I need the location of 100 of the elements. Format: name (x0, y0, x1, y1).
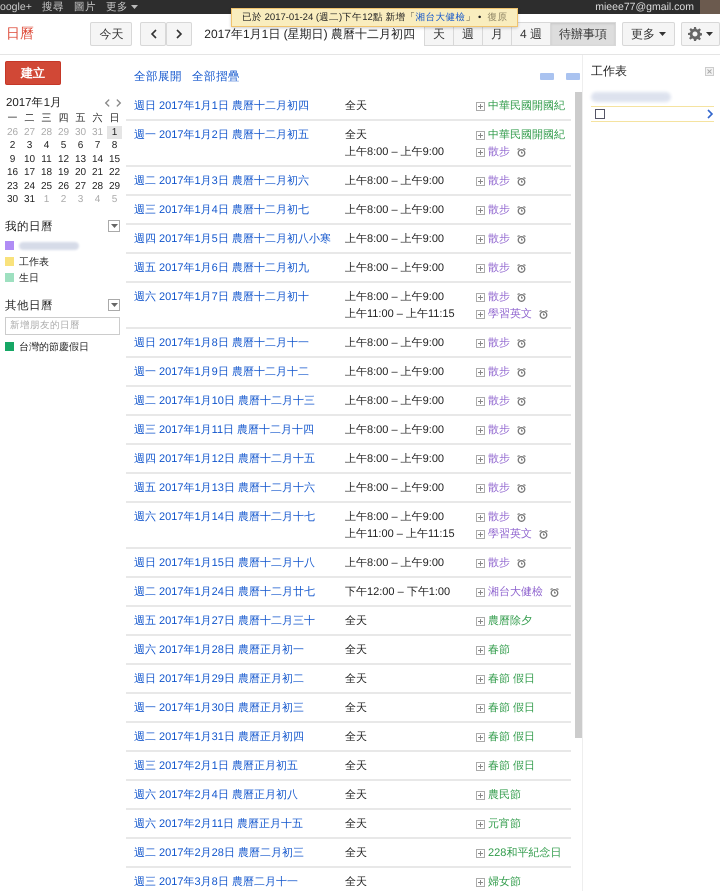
expand-icon[interactable] (476, 234, 485, 244)
mini-calendar-day[interactable]: 28 (90, 180, 105, 193)
event-title-link[interactable]: 春節 假日 (488, 760, 536, 772)
expand-icon[interactable] (476, 588, 485, 596)
expand-icon[interactable] (476, 512, 485, 522)
agenda-date-link[interactable]: 週二 2017年1月10日 農曆十二月十三 (134, 395, 345, 407)
event-title-link[interactable]: 散步 (488, 395, 510, 407)
agenda-date-link[interactable]: 週一 2017年1月2日 農曆十二月初五 (134, 129, 345, 158)
agenda-date-link[interactable]: 週三 2017年1月4日 農曆十二月初七 (134, 204, 345, 216)
expand-icon[interactable] (476, 558, 485, 568)
mini-calendar-day[interactable]: 6 (73, 139, 88, 152)
expand-icon[interactable] (476, 732, 485, 742)
mini-calendar-day[interactable]: 3 (22, 139, 37, 152)
agenda-date-link[interactable]: 週六 2017年1月14日 農曆十二月十七 (134, 511, 345, 540)
mini-calendar-day[interactable]: 19 (56, 166, 71, 180)
agenda-date-link[interactable]: 週一 2017年1月9日 農曆十二月十二 (134, 366, 345, 378)
mini-calendar-day[interactable]: 17 (22, 166, 37, 180)
previous-button[interactable] (140, 22, 166, 46)
undo-link[interactable]: 復原 (487, 11, 508, 24)
create-button[interactable]: 建立 (5, 61, 61, 85)
agenda-date-link[interactable]: 週一 2017年1月30日 農曆正月初三 (134, 702, 345, 714)
event-title-link[interactable]: 散步 (488, 557, 510, 569)
expand-icon[interactable] (476, 790, 485, 800)
event-title-link[interactable]: 散步 (488, 175, 510, 187)
agenda-date-link[interactable]: 週四 2017年1月5日 農曆十二月初八小寒 (134, 233, 345, 245)
expand-icon[interactable] (476, 704, 485, 712)
expand-icon[interactable] (476, 264, 485, 272)
event-title-link[interactable]: 學習英文 (488, 308, 532, 320)
expand-icon[interactable] (476, 646, 485, 654)
agenda-date-link[interactable]: 週二 2017年1月3日 農曆十二月初六 (134, 175, 345, 187)
top-bar-link[interactable]: 搜尋 (42, 0, 64, 14)
expand-icon[interactable] (476, 454, 485, 464)
mini-calendar-day[interactable]: 15 (107, 152, 122, 166)
expand-icon[interactable] (476, 616, 485, 626)
event-title-link[interactable]: 中華民國開國紀 (488, 100, 565, 112)
expand-icon[interactable] (476, 878, 485, 886)
event-title-link[interactable]: 散步 (488, 482, 510, 494)
event-title-link[interactable]: 春節 假日 (488, 731, 536, 743)
event-title-link[interactable]: 228和平紀念日 (488, 847, 562, 859)
event-title-link[interactable]: 中華民國開國紀 (488, 129, 565, 141)
mini-calendar-day[interactable]: 12 (56, 152, 71, 166)
scrollbar[interactable] (575, 92, 582, 738)
agenda-date-link[interactable]: 週六 2017年2月11日 農曆正月十五 (134, 818, 345, 830)
mini-calendar-day[interactable]: 26 (56, 180, 71, 193)
mini-calendar-day[interactable]: 14 (90, 152, 105, 166)
event-title-link[interactable]: 散步 (488, 453, 510, 465)
event-title-link[interactable]: 春節 假日 (488, 673, 536, 685)
event-title-link[interactable]: 學習英文 (488, 528, 532, 540)
expand-icon[interactable] (476, 396, 485, 406)
mini-calendar-day[interactable]: 9 (5, 152, 20, 166)
collapse-all-link[interactable]: 全部摺疊 (192, 69, 240, 84)
expand-icon[interactable] (476, 530, 485, 538)
agenda-date-link[interactable]: 週日 2017年1月29日 農曆正月初二 (134, 673, 345, 685)
calendar-name[interactable]: 工作表 (19, 254, 49, 268)
calendar-color-swatch[interactable] (5, 273, 14, 282)
event-link[interactable]: 湘台大健檢 (415, 11, 466, 24)
agenda-date-link[interactable]: 週六 2017年2月4日 農曆正月初八 (134, 789, 345, 801)
mini-calendar-day[interactable]: 10 (22, 152, 37, 166)
mini-calendar-day[interactable]: 31 (22, 193, 37, 206)
calendar-name[interactable]: 台灣的節慶假日 (19, 340, 89, 354)
agenda-date-link[interactable]: 週六 2017年1月28日 農曆正月初一 (134, 644, 345, 656)
settings-button[interactable] (681, 22, 720, 46)
event-title-link[interactable]: 農曆除夕 (488, 615, 532, 627)
event-title-link[interactable]: 春節 (488, 644, 510, 656)
agenda-date-link[interactable]: 週三 2017年1月11日 農曆十二月十四 (134, 424, 345, 436)
next-button[interactable] (166, 22, 192, 46)
mini-calendar-day[interactable]: 29 (107, 180, 122, 193)
mini-calendar-day[interactable]: 27 (73, 180, 88, 193)
agenda-date-link[interactable]: 週二 2017年1月24日 農曆十二月廿七 (134, 586, 345, 598)
calendar-color-swatch[interactable] (5, 342, 14, 351)
view-tab[interactable]: 待辦事項 (550, 22, 616, 46)
agenda-date-link[interactable]: 週日 2017年1月15日 農曆十二月十八 (134, 557, 345, 569)
mini-calendar-day[interactable]: 25 (39, 180, 54, 193)
calendar-color-swatch[interactable] (5, 241, 14, 250)
agenda-date-link[interactable]: 週二 2017年1月31日 農曆正月初四 (134, 731, 345, 743)
event-title-link[interactable]: 散步 (488, 291, 510, 303)
mini-calendar-day[interactable]: 30 (5, 193, 20, 206)
event-title-link[interactable]: 婦女節 (488, 876, 521, 888)
more-button[interactable]: 更多 (622, 22, 675, 46)
dropdown-button[interactable] (108, 299, 120, 311)
expand-all-link[interactable]: 全部展開 (134, 69, 182, 84)
account-email[interactable]: mieee77@gmail.com (595, 1, 694, 13)
expand-icon[interactable] (476, 820, 485, 828)
expand-icon[interactable] (476, 848, 485, 858)
event-title-link[interactable]: 散步 (488, 337, 510, 349)
event-title-link[interactable]: 元宵節 (488, 818, 521, 830)
agenda-date-link[interactable]: 週三 2017年3月8日 農曆二月十一 (134, 876, 345, 888)
expand-icon[interactable] (476, 206, 485, 214)
expand-icon[interactable] (476, 368, 485, 376)
agenda-date-link[interactable]: 週六 2017年1月7日 農曆十二月初十 (134, 291, 345, 320)
top-bar-link[interactable]: oogle+ (0, 1, 32, 13)
mini-calendar-day[interactable]: 11 (39, 152, 54, 166)
expand-icon[interactable] (476, 292, 485, 302)
agenda-date-link[interactable]: 週四 2017年1月12日 農曆十二月十五 (134, 453, 345, 465)
view-tab[interactable]: 4 週 (510, 22, 551, 46)
event-title-link[interactable]: 散步 (488, 262, 510, 274)
event-title-link[interactable]: 散步 (488, 233, 510, 245)
event-title-link[interactable]: 散步 (488, 366, 510, 378)
agenda-date-link[interactable]: 週日 2017年1月1日 農曆十二月初四 (134, 100, 345, 112)
today-button[interactable]: 今天 (90, 22, 132, 46)
